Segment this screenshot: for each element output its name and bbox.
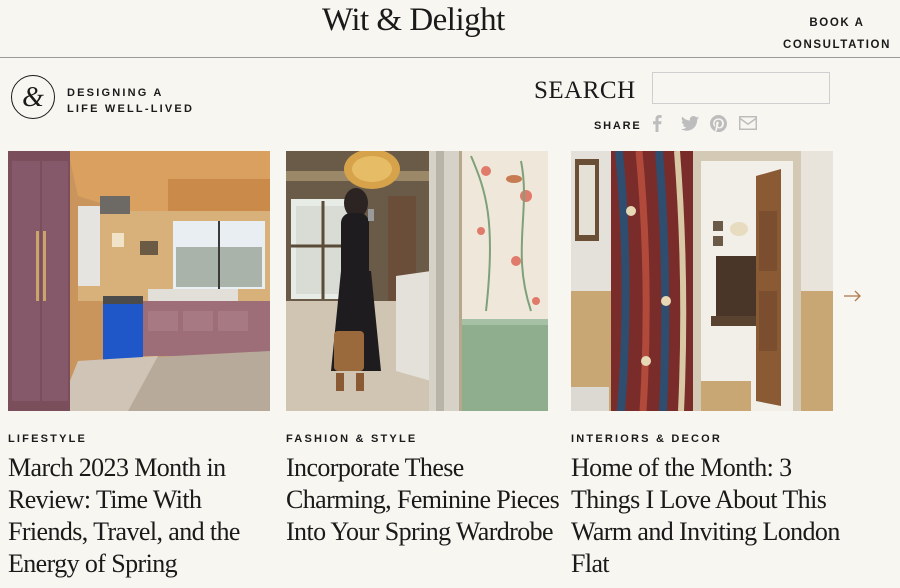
- tagline-line-2: LIFE WELL-LIVED: [67, 103, 195, 115]
- monogram-logo[interactable]: &: [11, 75, 55, 119]
- article-title[interactable]: Home of the Month: 3 Things I Love About…: [571, 452, 846, 580]
- site-header: Wit & Delight BOOK A CONSULTATION: [0, 0, 900, 58]
- article-card[interactable]: FASHION & STYLE Incorporate These Charmi…: [286, 151, 560, 546]
- share-label: SHARE: [594, 120, 642, 132]
- arrow-right-icon[interactable]: [843, 287, 863, 305]
- ampersand-icon: &: [22, 82, 44, 113]
- book-consultation-button[interactable]: BOOK A CONSULTATION: [778, 12, 896, 56]
- hallway-curtain-photo[interactable]: [571, 151, 833, 411]
- search-input[interactable]: [652, 72, 830, 104]
- article-title[interactable]: March 2023 Month in Review: Time With Fr…: [8, 452, 283, 580]
- kitchen-photo[interactable]: [8, 151, 270, 411]
- tagline-line-1: DESIGNING A: [67, 87, 164, 99]
- search-label: SEARCH: [534, 77, 636, 104]
- article-category[interactable]: INTERIORS & DECOR: [571, 433, 722, 445]
- email-icon[interactable]: [739, 113, 768, 133]
- article-card[interactable]: LIFESTYLE March 2023 Month in Review: Ti…: [8, 151, 270, 578]
- pinterest-icon[interactable]: [710, 113, 739, 133]
- site-logo[interactable]: Wit & Delight: [322, 2, 505, 39]
- article-title[interactable]: Incorporate These Charming, Feminine Pie…: [286, 452, 561, 548]
- article-category[interactable]: LIFESTYLE: [8, 433, 87, 445]
- facebook-icon[interactable]: [652, 113, 681, 133]
- tagline: DESIGNING A LIFE WELL-LIVED: [67, 85, 267, 117]
- mirror-selfie-photo[interactable]: [286, 151, 548, 411]
- share-icons: [652, 113, 768, 133]
- svg-text:&: &: [22, 82, 44, 113]
- article-category[interactable]: FASHION & STYLE: [286, 433, 417, 445]
- article-card[interactable]: INTERIORS & DECOR Home of the Month: 3 T…: [571, 151, 840, 578]
- twitter-icon[interactable]: [681, 113, 710, 133]
